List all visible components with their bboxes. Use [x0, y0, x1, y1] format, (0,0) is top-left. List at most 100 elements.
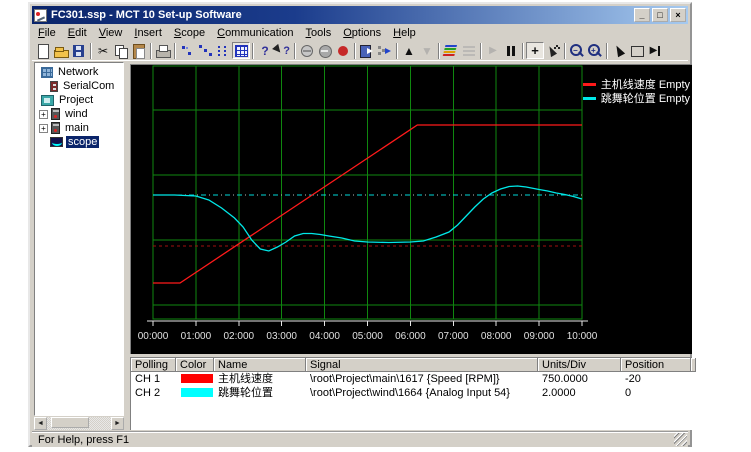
tree-item-main[interactable]: + main: [35, 121, 123, 135]
table-row[interactable]: CH 1主机线速度\root\Project\main\1617 {Speed …: [131, 372, 692, 386]
menu-scope[interactable]: Scope: [168, 25, 211, 41]
record-icon: [335, 44, 351, 58]
menu-communication[interactable]: Communication: [211, 25, 299, 41]
serialcom-icon: [50, 81, 58, 92]
cell-color: [176, 372, 214, 386]
toolbar-separator: [252, 43, 254, 59]
pointer-button[interactable]: [610, 42, 628, 59]
step-right-button[interactable]: ▶: [646, 42, 664, 59]
tree-item-project[interactable]: Project: [35, 93, 123, 107]
menu-edit[interactable]: Edit: [62, 25, 93, 41]
toolbar-separator: [294, 43, 296, 59]
toolbar-separator: [438, 43, 440, 59]
tree-item-label: scope: [66, 136, 99, 148]
rectangle-select-button[interactable]: [628, 42, 646, 59]
tracking-button[interactable]: [460, 42, 478, 59]
new-button[interactable]: [34, 42, 52, 59]
tree-item-wind[interactable]: + wind: [35, 107, 123, 121]
toolbar-separator: [150, 43, 152, 59]
cell-unitsdiv: 2.0000: [538, 386, 621, 400]
resize-grip[interactable]: [674, 433, 687, 446]
scope-plot[interactable]: 00:00001:00002:00003:00004:00005:00006:0…: [130, 64, 692, 354]
copy-button[interactable]: [112, 42, 130, 59]
parameter-list-icon: [215, 44, 231, 58]
menu-insert[interactable]: Insert: [128, 25, 168, 41]
legend-dash: [583, 97, 596, 100]
save-button[interactable]: [70, 42, 88, 59]
tree-item-label: wind: [63, 108, 90, 120]
record-button[interactable]: [334, 42, 352, 59]
help-button[interactable]: ?: [256, 42, 274, 59]
x-tick-label: 03:000: [266, 331, 297, 342]
title-bar[interactable]: FC301.ssp - MCT 10 Set-up Software _□×: [32, 6, 688, 24]
parameter-grid-button[interactable]: [232, 42, 250, 59]
context-help-button[interactable]: ?: [274, 42, 292, 59]
column-header-unitsdiv[interactable]: Units/Div: [538, 358, 621, 372]
column-header-signal[interactable]: Signal: [306, 358, 538, 372]
expand-box[interactable]: +: [39, 110, 48, 119]
paste-icon: [131, 44, 147, 58]
maximize-button[interactable]: □: [652, 8, 668, 22]
cell-signal: \root\Project\main\1617 {Speed [RPM]}: [306, 372, 538, 386]
legend-label: 跳舞轮位置 Empty: [601, 90, 690, 106]
tree-item-network[interactable]: Network: [35, 65, 123, 79]
move-down-button[interactable]: ▼: [418, 42, 436, 59]
print-button[interactable]: [154, 42, 172, 59]
column-header-name[interactable]: Name: [214, 358, 306, 372]
cell-name: 主机线速度: [214, 372, 306, 386]
tree-item-label: Project: [57, 94, 95, 106]
column-header-color[interactable]: Color: [176, 358, 214, 372]
print-icon: [155, 44, 171, 58]
start-polling-button[interactable]: ▶: [484, 42, 502, 59]
menu-options[interactable]: Options: [337, 25, 387, 41]
menu-help[interactable]: Help: [387, 25, 422, 41]
pointer-icon: [611, 44, 627, 58]
column-header-polling[interactable]: Polling: [131, 358, 176, 372]
minimize-button[interactable]: _: [634, 8, 650, 22]
zoom-out-button[interactable]: −: [568, 42, 586, 59]
read-from-drive-button[interactable]: [358, 42, 376, 59]
expand-box[interactable]: +: [39, 124, 48, 133]
column-header-position[interactable]: Position: [621, 358, 691, 372]
x-tick-label: 04:000: [309, 331, 340, 342]
write-to-drive-button[interactable]: [376, 42, 394, 59]
cell-unitsdiv: 750.0000: [538, 372, 621, 386]
tree-horizontal-scrollbar[interactable]: ◄ ►: [34, 417, 124, 430]
scope-canvas[interactable]: [131, 65, 693, 355]
scrollbar-track[interactable]: [47, 417, 111, 430]
parameter-values-button[interactable]: [178, 42, 196, 59]
scroll-left-button[interactable]: ◄: [34, 417, 47, 430]
table-row[interactable]: CH 2跳舞轮位置\root\Project\wind\1664 {Analog…: [131, 386, 692, 400]
column-header-filler: [691, 358, 696, 372]
scrollbar-thumb[interactable]: [51, 417, 89, 428]
cell-name: 跳舞轮位置: [214, 386, 306, 400]
close-button[interactable]: ×: [670, 8, 686, 22]
menu-tools[interactable]: Tools: [300, 25, 338, 41]
tree-item-serialcom[interactable]: SerialCom: [35, 79, 123, 93]
scroll-right-button[interactable]: ►: [111, 417, 124, 430]
cut-button[interactable]: ✂: [94, 42, 112, 59]
open-button[interactable]: [52, 42, 70, 59]
cursor-tool-button[interactable]: [544, 42, 562, 59]
parameter-compare-button[interactable]: [196, 42, 214, 59]
connect-button[interactable]: [298, 42, 316, 59]
parameter-list-button[interactable]: [214, 42, 232, 59]
cell-position: -20: [621, 372, 691, 386]
project-tree: NetworkSerialComProject + wind + main scope: [34, 62, 124, 416]
crosshair-cursor-button[interactable]: +: [526, 42, 544, 59]
move-up-button[interactable]: ▲: [400, 42, 418, 59]
zoom-in-button[interactable]: +: [586, 42, 604, 59]
rectangle-select-icon: [629, 44, 645, 58]
app-icon: [34, 9, 47, 22]
tree-item-scope[interactable]: scope: [35, 135, 123, 149]
menu-file[interactable]: File: [32, 25, 62, 41]
network-icon: [41, 67, 53, 78]
toolbar: ✂??▲▼▶+−+▶: [32, 41, 688, 61]
scope-channels-button[interactable]: [442, 42, 460, 59]
tree-item-label: main: [63, 122, 91, 134]
stop-polling-button[interactable]: [316, 42, 334, 59]
menu-view[interactable]: View: [93, 25, 129, 41]
x-tick-label: 07:000: [438, 331, 469, 342]
paste-button[interactable]: [130, 42, 148, 59]
pause-polling-button[interactable]: [502, 42, 520, 59]
